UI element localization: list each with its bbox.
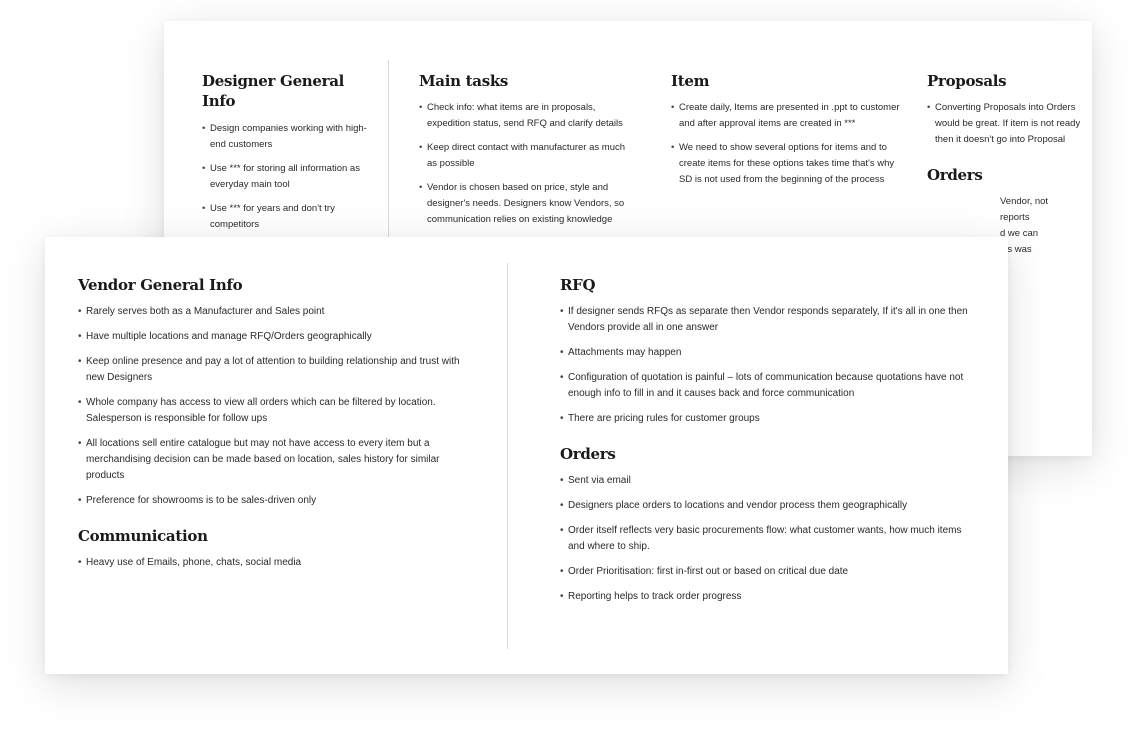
section-title: RFQ bbox=[560, 276, 596, 294]
text-line: les was bbox=[1000, 244, 1032, 255]
list-item: Designers place orders to locations and … bbox=[560, 498, 975, 514]
section-title: Proposals bbox=[927, 72, 1007, 90]
list-item: Sent via email bbox=[560, 473, 975, 489]
list-item: There are pricing rules for customer gro… bbox=[560, 411, 975, 427]
list-item: Reporting helps to track order progress bbox=[560, 589, 975, 605]
list-item: We need to show several options for item… bbox=[671, 140, 906, 188]
bullet-list: Create daily, Items are presented in .pp… bbox=[671, 100, 906, 188]
vendor-general-info-section: Vendor General Info Rarely serves both a… bbox=[78, 275, 468, 509]
list-item: Have multiple locations and manage RFQ/O… bbox=[78, 329, 468, 345]
section-title: Communication bbox=[78, 527, 208, 545]
bullet-list: If designer sends RFQs as separate then … bbox=[560, 304, 975, 427]
section-title: Item bbox=[671, 72, 710, 90]
bullet-list: Rarely serves both as a Manufacturer and… bbox=[78, 304, 468, 509]
text-line: d we can bbox=[1000, 228, 1039, 239]
list-item: All locations sell entire catalogue but … bbox=[78, 436, 468, 484]
section-title: Orders bbox=[560, 445, 616, 463]
section-title: Orders bbox=[927, 166, 983, 184]
bullet-list: Check info: what items are in proposals,… bbox=[419, 100, 634, 228]
list-item: Converting Proposals into Orders would b… bbox=[927, 100, 1087, 148]
section-title: Main tasks bbox=[419, 72, 509, 90]
bullet-list: Sent via email Designers place orders to… bbox=[560, 473, 975, 605]
section-title: Designer General Info bbox=[202, 72, 345, 110]
list-item: Whole company has access to view all ord… bbox=[78, 395, 468, 427]
list-item: Use *** for years and don't try competit… bbox=[202, 201, 372, 233]
list-item: Vendor is chosen based on price, style a… bbox=[419, 180, 634, 228]
list-item: Keep online presence and pay a lot of at… bbox=[78, 354, 468, 386]
list-item: Design companies working with high-end c… bbox=[202, 121, 372, 153]
list-item: Order itself reflects very basic procure… bbox=[560, 523, 975, 555]
item-section: Item Create daily, Items are presented i… bbox=[671, 71, 906, 196]
list-item: Keep direct contact with manufacturer as… bbox=[419, 140, 634, 172]
communication-section: Communication Heavy use of Emails, phone… bbox=[78, 526, 468, 571]
vendor-research-card: Vendor General Info Rarely serves both a… bbox=[45, 237, 1008, 674]
list-item: Heavy use of Emails, phone, chats, socia… bbox=[78, 555, 468, 571]
rfq-section: RFQ If designer sends RFQs as separate t… bbox=[560, 275, 975, 427]
column-divider bbox=[507, 263, 508, 649]
document-stage: Designer General Info Design companies w… bbox=[0, 0, 1138, 745]
text-line: Vendor, not bbox=[1000, 196, 1049, 207]
list-item: Preference for showrooms is to be sales-… bbox=[78, 493, 468, 509]
list-item: Configuration of quotation is painful – … bbox=[560, 370, 975, 402]
bullet-list: Design companies working with high-end c… bbox=[202, 121, 372, 233]
main-tasks-section: Main tasks Check info: what items are in… bbox=[419, 71, 634, 236]
proposals-section: Proposals Converting Proposals into Orde… bbox=[927, 71, 1087, 258]
vendor-left-column: Vendor General Info Rarely serves both a… bbox=[78, 275, 468, 580]
text-line: reports bbox=[1000, 212, 1030, 223]
list-item: Use *** for storing all information as e… bbox=[202, 161, 372, 193]
designer-general-info-section: Designer General Info Design companies w… bbox=[202, 71, 372, 241]
list-item: Attachments may happen bbox=[560, 345, 975, 361]
section-title: Vendor General Info bbox=[78, 276, 243, 294]
bullet-list: Converting Proposals into Orders would b… bbox=[927, 100, 1087, 148]
list-item: Rarely serves both as a Manufacturer and… bbox=[78, 304, 468, 320]
list-item: If designer sends RFQs as separate then … bbox=[560, 304, 975, 336]
list-item: Order Prioritisation: first in-first out… bbox=[560, 564, 975, 580]
bullet-list: Heavy use of Emails, phone, chats, socia… bbox=[78, 555, 468, 571]
vendor-right-column: RFQ If designer sends RFQs as separate t… bbox=[560, 275, 975, 614]
orders-section: Orders Sent via email Designers place or… bbox=[560, 444, 975, 605]
list-item: Check info: what items are in proposals,… bbox=[419, 100, 634, 132]
list-item: Create daily, Items are presented in .pp… bbox=[671, 100, 906, 132]
